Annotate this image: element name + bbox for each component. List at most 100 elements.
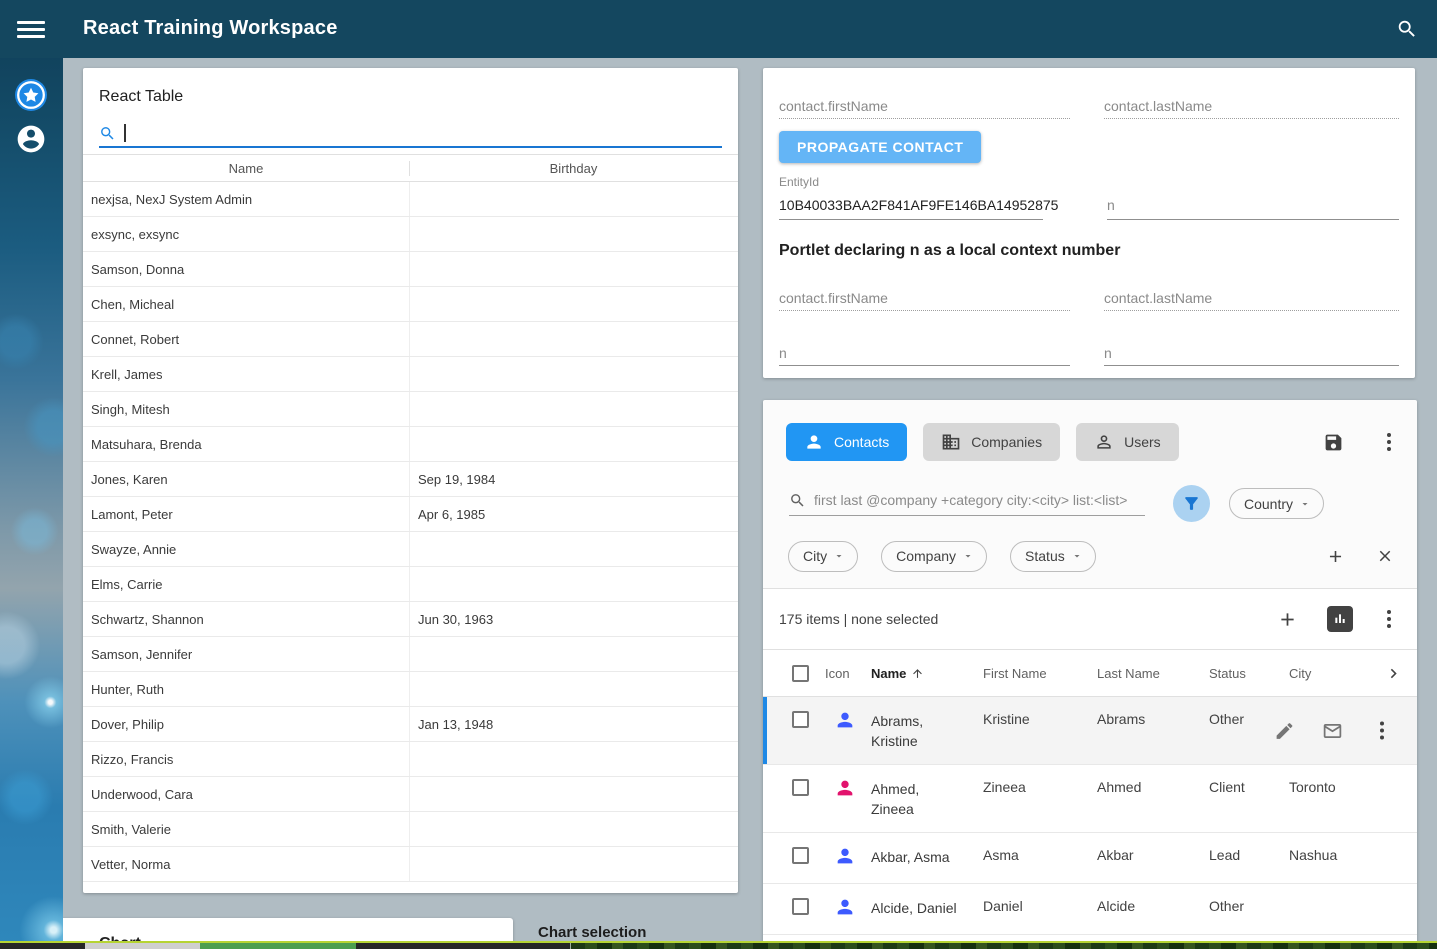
cell-name: Rizzo, Francis [83, 742, 410, 776]
add-contact-icon[interactable] [1271, 603, 1303, 635]
contact-lastname-field[interactable]: contact.lastName [1104, 98, 1399, 119]
table-row[interactable]: Dover, Philip Jan 13, 1948 [83, 707, 738, 742]
filter-chip-city[interactable]: City [788, 541, 858, 572]
cell-status: Lead [1209, 847, 1289, 863]
cell-last-name: Alcide [1097, 898, 1209, 914]
cell-name: nexjsa, NexJ System Admin [83, 182, 410, 216]
table-row[interactable]: Rizzo, Francis [83, 742, 738, 777]
filter-chip-company[interactable]: Company [881, 541, 987, 572]
row-menu-icon[interactable] [1370, 722, 1394, 740]
filter-chip-status[interactable]: Status [1010, 541, 1096, 572]
column-header-name[interactable]: Name [871, 666, 983, 681]
react-table-search-input[interactable] [126, 122, 723, 142]
column-header-last-name[interactable]: Last Name [1097, 666, 1209, 681]
table-row[interactable]: Matsuhara, Brenda [83, 427, 738, 462]
table-row[interactable]: Hunter, Ruth [83, 672, 738, 707]
column-header-status[interactable]: Status [1209, 666, 1289, 681]
portlet-lastname-field[interactable]: contact.lastName [1104, 290, 1399, 311]
contact-row[interactable]: Alcide, Daniel Daniel Alcide Other [763, 884, 1417, 935]
portlet-n-field-left[interactable]: n [779, 345, 1070, 366]
select-all-checkbox[interactable] [792, 665, 809, 682]
cell-birthday [410, 532, 737, 566]
table-row[interactable]: Schwartz, Shannon Jun 30, 1963 [83, 602, 738, 637]
cell-last-name: Abrams [1097, 711, 1209, 727]
cell-name: Elms, Carrie [83, 567, 410, 601]
clear-filters-icon[interactable] [1369, 540, 1401, 572]
tab-users[interactable]: Users [1076, 423, 1179, 461]
table-row[interactable]: Lamont, Peter Apr 6, 1985 [83, 497, 738, 532]
cell-first-name: Kristine [983, 711, 1097, 727]
person-icon [834, 777, 856, 799]
cell-birthday [410, 427, 737, 461]
search-icon [789, 492, 806, 509]
cell-birthday: Sep 19, 1984 [410, 462, 737, 496]
contacts-search-field[interactable] [789, 492, 1145, 516]
account-icon[interactable] [15, 123, 47, 155]
field-placeholder: n [779, 345, 1070, 365]
react-table-search[interactable] [99, 120, 722, 148]
entity-id-value: 10B40033BAA2F841AF9FE146BA14952875 [779, 197, 1043, 219]
cell-name: Underwood, Cara [83, 777, 410, 811]
row-checkbox[interactable] [792, 847, 809, 864]
tab-label: Users [1124, 434, 1161, 450]
cell-name: Abrams, Kristine [871, 711, 983, 751]
portlet-n-field-right[interactable]: n [1104, 345, 1399, 366]
cell-status: Other [1209, 898, 1289, 914]
column-header-first-name[interactable]: First Name [983, 666, 1097, 681]
table-row[interactable]: Jones, Karen Sep 19, 1984 [83, 462, 738, 497]
email-envelope-icon[interactable] [1322, 720, 1343, 741]
add-filter-icon[interactable] [1319, 540, 1351, 572]
column-header-city[interactable]: City [1289, 666, 1375, 681]
chart-selection-label: Chart selection [538, 924, 646, 941]
n-field[interactable]: n [1107, 197, 1399, 220]
workspace-sidebar [0, 0, 63, 949]
panel-menu-icon[interactable] [1377, 433, 1401, 451]
row-checkbox[interactable] [792, 779, 809, 796]
table-row[interactable]: Elms, Carrie [83, 567, 738, 602]
menu-icon[interactable] [14, 17, 48, 41]
table-row[interactable]: exsync, exsync [83, 217, 738, 252]
table-row[interactable]: Chen, Micheal [83, 287, 738, 322]
portlet-firstname-field[interactable]: contact.firstName [779, 290, 1070, 311]
row-checkbox[interactable] [792, 711, 809, 728]
table-row[interactable]: Underwood, Cara [83, 777, 738, 812]
search-icon[interactable] [1393, 15, 1421, 43]
tab-companies[interactable]: Companies [923, 423, 1060, 461]
contact-row[interactable]: Ahmed, Zineea Zineea Ahmed Client Toront… [763, 765, 1417, 833]
table-row[interactable]: Krell, James [83, 357, 738, 392]
table-row[interactable]: Vetter, Norma [83, 847, 738, 882]
table-row[interactable]: Connet, Robert [83, 322, 738, 357]
app-title: React Training Workspace [83, 17, 338, 40]
chart-view-icon[interactable] [1327, 606, 1353, 632]
tab-contacts[interactable]: Contacts [786, 423, 907, 461]
contact-row[interactable]: Akbar, Asma Asma Akbar Lead Nashua [763, 833, 1417, 884]
save-icon[interactable] [1317, 426, 1349, 458]
contact-row[interactable]: Abrams, Kristine Kristine Abrams Other [763, 697, 1417, 765]
propagate-contact-button[interactable]: PROPAGATE CONTACT [779, 131, 981, 163]
row-checkbox[interactable] [792, 898, 809, 915]
cell-name: Samson, Jennifer [83, 637, 410, 671]
table-row[interactable]: Samson, Donna [83, 252, 738, 287]
table-row[interactable]: Singh, Mitesh [83, 392, 738, 427]
chip-label: City [803, 548, 827, 564]
cell-birthday [410, 217, 737, 251]
contact-firstname-field[interactable]: contact.firstName [779, 98, 1070, 119]
contacts-search-input[interactable] [814, 492, 1145, 508]
entity-id-label: EntityId [779, 175, 1399, 189]
table-row[interactable]: Samson, Jennifer [83, 637, 738, 672]
list-menu-icon[interactable] [1377, 610, 1401, 628]
table-row[interactable]: nexjsa, NexJ System Admin [83, 182, 738, 217]
cell-status: Client [1209, 779, 1289, 795]
more-columns-chevron-icon[interactable] [1384, 664, 1403, 683]
filter-funnel-icon[interactable] [1173, 485, 1210, 522]
country-dropdown[interactable]: Country [1229, 488, 1324, 519]
table-row[interactable]: Smith, Valerie [83, 812, 738, 847]
edit-pencil-icon[interactable] [1274, 720, 1295, 741]
cell-name: Hunter, Ruth [83, 672, 410, 706]
entity-id-field[interactable]: 10B40033BAA2F841AF9FE146BA14952875 [779, 197, 1043, 220]
cell-birthday [410, 392, 737, 426]
cell-name: Dover, Philip [83, 707, 410, 741]
react-table-title: React Table [83, 68, 738, 106]
table-row[interactable]: Swayze, Annie [83, 532, 738, 567]
workspace-star-icon[interactable] [15, 79, 47, 111]
